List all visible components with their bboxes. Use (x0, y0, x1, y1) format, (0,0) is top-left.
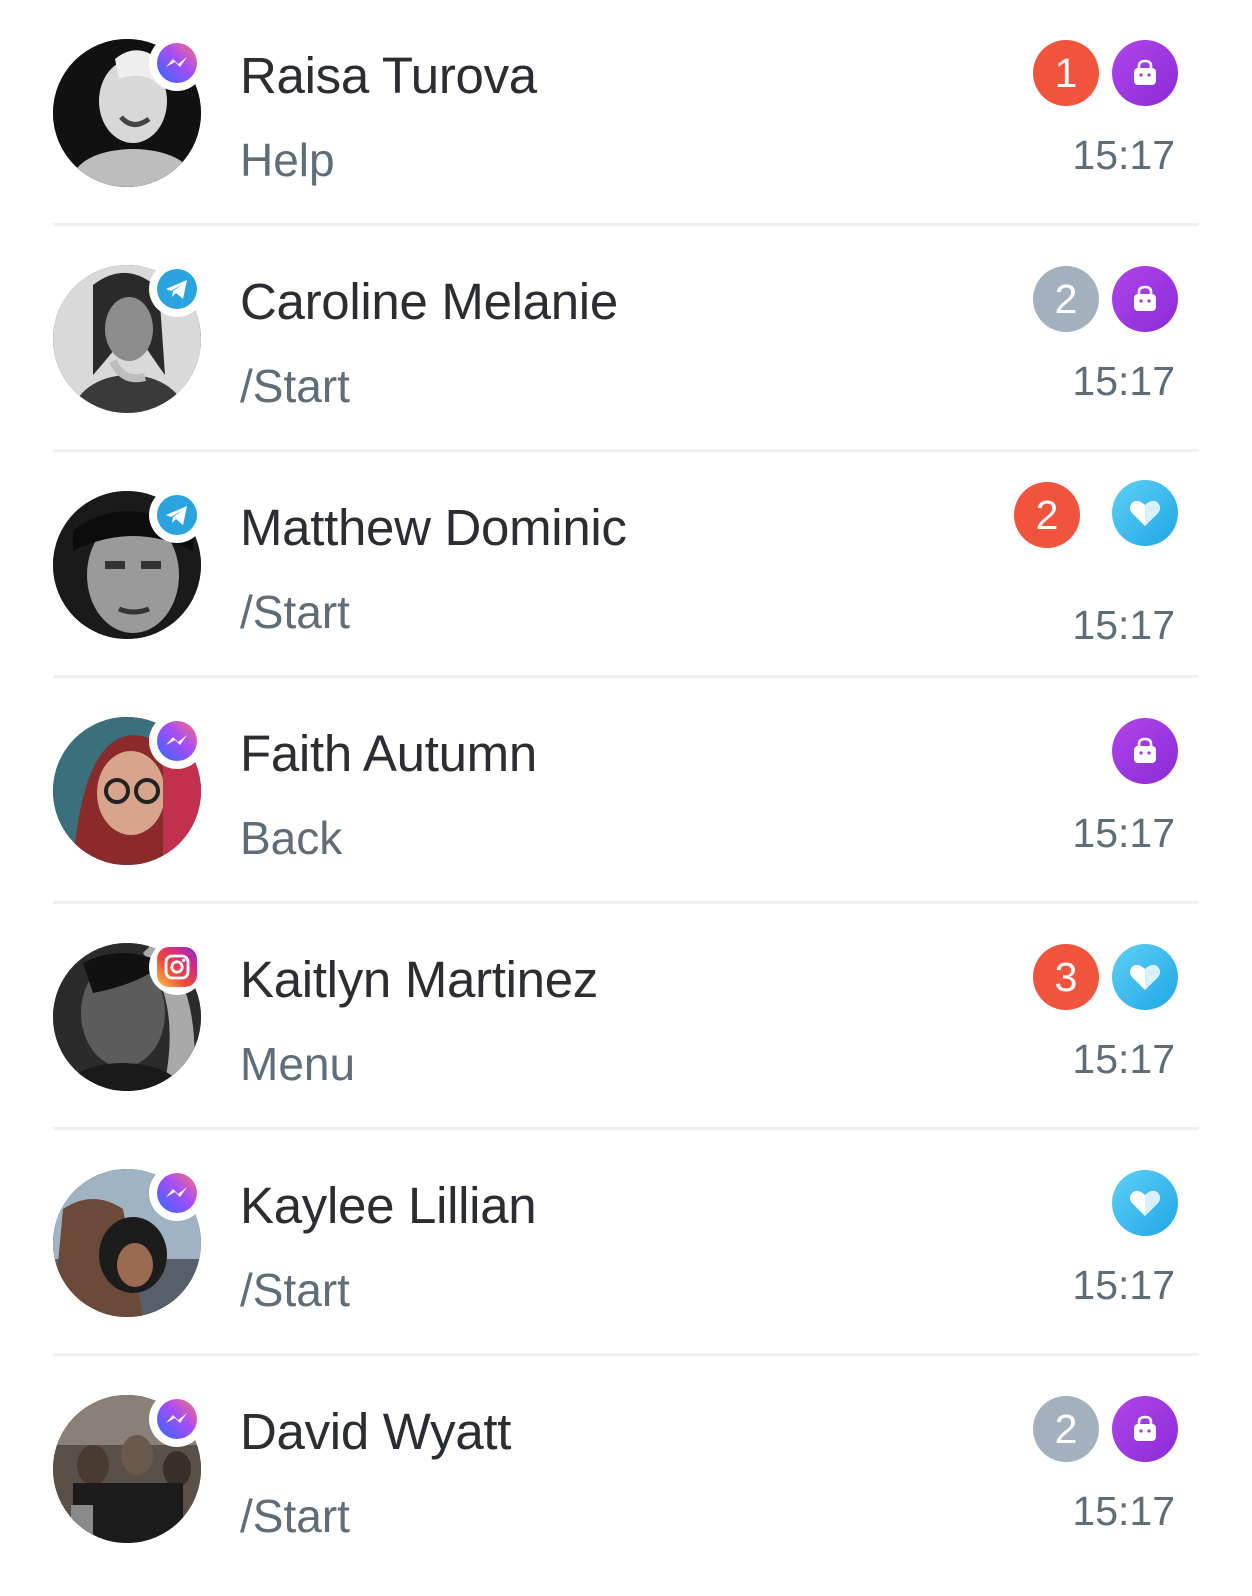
chat-row-kaitlyn-martinez[interactable]: Kaitlyn Martinez Menu 3 15:17 (0, 904, 1252, 1130)
telegram-icon (149, 261, 205, 317)
heart-icon (1112, 1170, 1178, 1236)
message-time: 15:17 (1072, 1488, 1175, 1534)
messenger-icon (149, 1165, 205, 1221)
shopping-bag-icon (1112, 40, 1178, 106)
message-time: 15:17 (1072, 1036, 1175, 1082)
avatar (53, 35, 205, 187)
unread-count-badge: 2 (1014, 482, 1080, 548)
message-preview: Menu (240, 1038, 356, 1090)
unread-count-badge: 1 (1033, 40, 1099, 106)
chat-row-matthew-dominic[interactable]: Matthew Dominic /Start 2 15:17 (0, 452, 1252, 678)
message-time: 15:17 (1072, 358, 1175, 404)
unread-count-badge: 2 (1033, 1396, 1099, 1462)
messenger-icon (149, 713, 205, 769)
messenger-icon (149, 1391, 205, 1447)
telegram-icon (149, 487, 205, 543)
message-preview: /Start (240, 1490, 350, 1542)
avatar (53, 1165, 205, 1317)
chat-list: Raisa Turova Help 1 15:17 Caroline Melan… (0, 0, 1252, 1596)
message-time: 15:17 (1072, 1262, 1175, 1308)
chat-row-faith-autumn[interactable]: Faith Autumn Back 15:17 (0, 678, 1252, 904)
message-time: 15:17 (1072, 810, 1175, 856)
shopping-bag-icon (1112, 718, 1178, 784)
chat-row-kaylee-lillian[interactable]: Kaylee Lillian /Start 15:17 (0, 1130, 1252, 1356)
unread-count-badge: 3 (1033, 944, 1099, 1010)
contact-name: Kaylee Lillian (240, 1177, 537, 1234)
heart-icon (1112, 480, 1178, 546)
contact-name: Raisa Turova (240, 47, 537, 104)
avatar (53, 713, 205, 865)
messenger-icon (149, 35, 205, 91)
message-preview: Help (240, 134, 335, 186)
avatar (53, 1391, 205, 1543)
message-preview: /Start (240, 1264, 350, 1316)
shopping-bag-icon (1112, 266, 1178, 332)
contact-name: Caroline Melanie (240, 273, 618, 330)
message-preview: /Start (240, 360, 350, 412)
contact-name: Faith Autumn (240, 725, 537, 782)
message-preview: /Start (240, 586, 350, 638)
heart-icon (1112, 944, 1178, 1010)
avatar (53, 261, 205, 413)
unread-count-badge: 2 (1033, 266, 1099, 332)
contact-name: Kaitlyn Martinez (240, 951, 599, 1008)
avatar (53, 487, 205, 639)
message-time: 15:17 (1072, 602, 1175, 648)
chat-row-caroline-melanie[interactable]: Caroline Melanie /Start 2 15:17 (0, 226, 1252, 452)
chat-row-raisa-turova[interactable]: Raisa Turova Help 1 15:17 (0, 0, 1252, 226)
avatar (53, 939, 205, 1091)
shopping-bag-icon (1112, 1396, 1178, 1462)
chat-row-david-wyatt[interactable]: David Wyatt /Start 2 15:17 (0, 1356, 1252, 1596)
contact-name: David Wyatt (240, 1403, 512, 1460)
contact-name: Matthew Dominic (240, 499, 627, 556)
message-time: 15:17 (1072, 132, 1175, 178)
instagram-icon (149, 939, 205, 995)
message-preview: Back (240, 812, 343, 864)
